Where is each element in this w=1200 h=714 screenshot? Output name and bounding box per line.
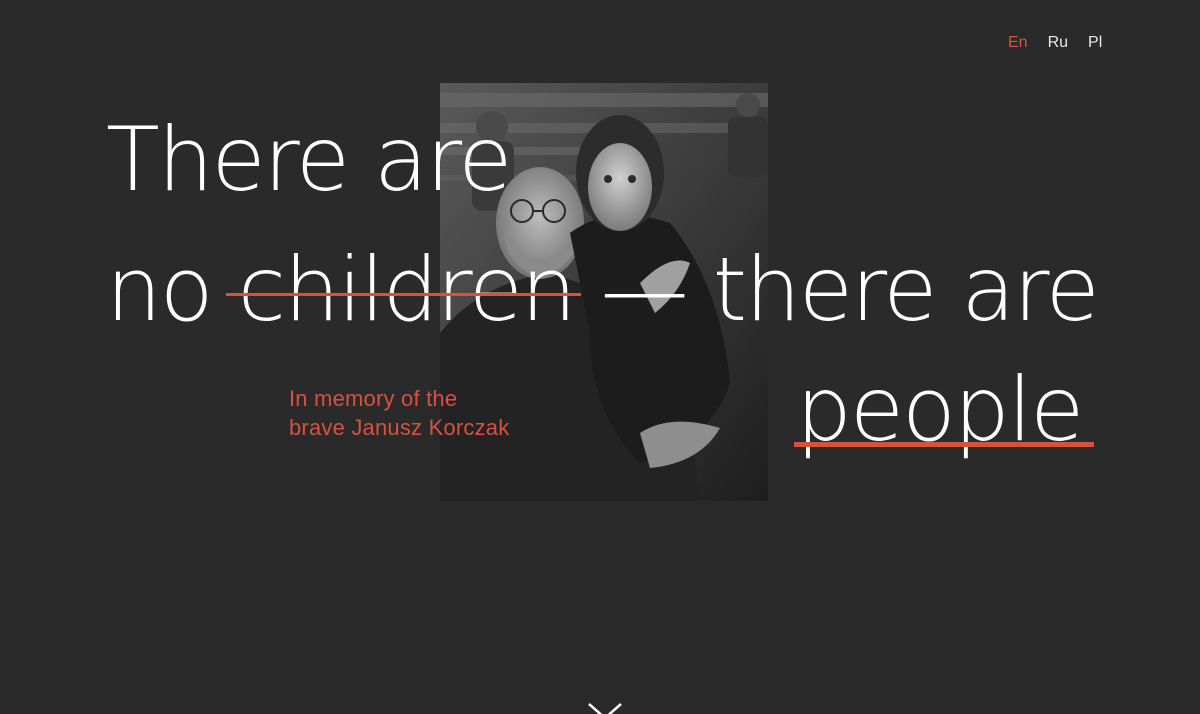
lang-pl-link[interactable]: Pl <box>1088 34 1102 52</box>
chevron-down-icon[interactable] <box>585 700 625 714</box>
headline-line-3: people <box>793 358 1095 461</box>
hero-subtitle: In memory of the brave Janusz Korczak <box>289 384 509 442</box>
headline-underlined-word: people <box>793 358 1095 461</box>
lang-ru-link[interactable]: Ru <box>1048 34 1068 52</box>
hero-page: En Ru Pl There are no children — there a… <box>0 0 1200 714</box>
lang-en-link[interactable]: En <box>1008 34 1028 52</box>
headline-word-no: no <box>106 238 238 341</box>
subtitle-line-1: In memory of the <box>289 386 458 411</box>
language-switcher: En Ru Pl <box>1008 34 1102 52</box>
subtitle-line-2: brave Janusz Korczak <box>289 415 510 440</box>
